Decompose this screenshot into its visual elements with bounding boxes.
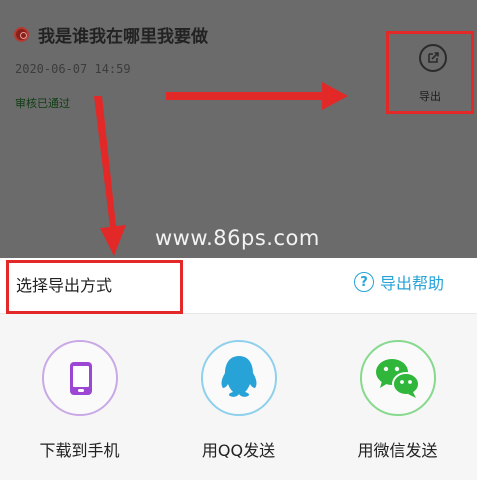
- export-help-link[interactable]: ? 导出帮助: [354, 270, 444, 294]
- sheet-title: 选择导出方式: [16, 276, 113, 295]
- help-icon: ?: [354, 272, 374, 292]
- option-icon-circle: [359, 340, 436, 416]
- sheet-header: 选择导出方式 ? 导出帮助: [0, 258, 477, 314]
- option-label: 用微信发送: [357, 441, 438, 460]
- option-icon-circle: [200, 340, 277, 416]
- option-label: 用QQ发送: [201, 441, 276, 460]
- option-label: 下载到手机: [39, 441, 120, 460]
- arrow-down: [94, 96, 126, 256]
- option-icon-circle: [41, 340, 118, 416]
- watermark: www.86ps.com: [155, 226, 320, 250]
- option-download-to-phone[interactable]: 下载到手机: [0, 314, 159, 480]
- export-options: 下载到手机 用QQ发送 用微信发送: [0, 314, 477, 480]
- arrow-right: [166, 82, 348, 110]
- option-send-qq[interactable]: 用QQ发送: [159, 314, 318, 480]
- help-label: 导出帮助: [380, 274, 445, 293]
- option-send-wechat[interactable]: 用微信发送: [318, 314, 477, 480]
- wechat-icon: [375, 359, 420, 398]
- export-sheet: 选择导出方式 ? 导出帮助 下载到手机 用QQ发送 用微信发送: [0, 258, 477, 480]
- qq-icon: [221, 356, 256, 397]
- phone-icon: [69, 362, 92, 395]
